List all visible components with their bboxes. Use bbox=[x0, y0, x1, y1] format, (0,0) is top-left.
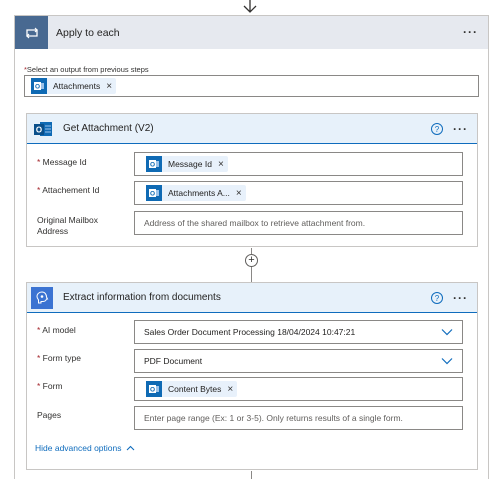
svg-text:O: O bbox=[35, 84, 40, 91]
ai-model-value: Sales Order Document Processing 18/04/20… bbox=[144, 327, 356, 337]
attachment-id-label: * Attachement Id bbox=[37, 185, 100, 195]
message-id-field[interactable]: O Message Id × bbox=[134, 152, 463, 176]
outlook-icon: O bbox=[146, 156, 162, 172]
close-icon[interactable]: × bbox=[236, 188, 242, 199]
help-icon[interactable]: ? bbox=[431, 123, 443, 135]
message-id-token: O Message Id × bbox=[146, 156, 228, 172]
close-icon[interactable]: × bbox=[106, 81, 112, 92]
mailbox-input[interactable]: Address of the shared mailbox to retriev… bbox=[134, 211, 463, 235]
pages-label: Pages bbox=[37, 410, 62, 420]
help-icon[interactable]: ? bbox=[431, 292, 443, 304]
extract-info-header[interactable]: Extract information from documents ? ··· bbox=[27, 283, 477, 313]
mailbox-placeholder: Address of the shared mailbox to retriev… bbox=[144, 218, 366, 228]
close-icon[interactable]: × bbox=[218, 159, 224, 170]
token-label: Message Id bbox=[168, 159, 212, 169]
mailbox-label: Original Mailbox Address bbox=[37, 215, 98, 237]
chevron-up-icon bbox=[127, 445, 135, 451]
token-label: Content Bytes bbox=[168, 384, 222, 394]
form-type-select[interactable]: PDF Document bbox=[134, 349, 463, 373]
apply-to-each-header[interactable]: Apply to each bbox=[15, 16, 488, 49]
arrow-down-icon bbox=[243, 0, 257, 13]
svg-text:O: O bbox=[150, 387, 155, 394]
plus-icon[interactable]: + bbox=[245, 254, 258, 267]
select-output-field[interactable]: O Attachments × bbox=[24, 75, 479, 97]
pages-placeholder: Enter page range (Ex: 1 or 3-5). Only re… bbox=[144, 413, 403, 423]
more-options-icon[interactable]: ··· bbox=[453, 291, 468, 305]
select-output-label: *Select an output from previous steps bbox=[24, 65, 149, 74]
token-label: Attachments bbox=[53, 81, 101, 91]
advanced-link-label: Hide advanced options bbox=[35, 443, 122, 453]
form-field[interactable]: O Content Bytes × bbox=[134, 377, 463, 401]
outlook-icon: O bbox=[146, 381, 162, 397]
outlook-icon: O bbox=[31, 78, 47, 94]
svg-text:O: O bbox=[150, 162, 155, 169]
card-title: Get Attachment (V2) bbox=[63, 123, 154, 134]
svg-text:O: O bbox=[150, 191, 155, 198]
more-options-icon[interactable]: ··· bbox=[453, 122, 468, 136]
attachments-token: O Attachments A... × bbox=[146, 185, 246, 201]
chevron-down-icon bbox=[441, 329, 453, 336]
ai-builder-icon bbox=[31, 286, 53, 309]
attachment-id-field[interactable]: O Attachments A... × bbox=[134, 181, 463, 205]
card-title: Extract information from documents bbox=[63, 292, 221, 303]
token-label: Attachments A... bbox=[168, 188, 230, 198]
hide-advanced-options-link[interactable]: Hide advanced options bbox=[35, 443, 135, 453]
attachments-token: O Attachments × bbox=[31, 78, 117, 94]
ai-model-select[interactable]: Sales Order Document Processing 18/04/20… bbox=[134, 320, 463, 344]
mailbox-label-line2: Address bbox=[37, 226, 69, 236]
message-id-label: * Message Id bbox=[37, 157, 87, 167]
content-bytes-token: O Content Bytes × bbox=[146, 381, 238, 397]
apply-to-each-title: Apply to each bbox=[56, 26, 120, 39]
get-attachment-header[interactable]: O Get Attachment (V2) ? ··· bbox=[27, 114, 477, 144]
apply-to-each-container: Apply to each ··· *Select an output from… bbox=[14, 15, 489, 479]
get-attachment-card: O Get Attachment (V2) ? ··· * Message Id… bbox=[26, 113, 478, 247]
form-type-label: * Form type bbox=[37, 353, 81, 363]
pages-input[interactable]: Enter page range (Ex: 1 or 3-5). Only re… bbox=[134, 406, 463, 430]
ai-model-label: * AI model bbox=[37, 325, 76, 335]
outlook-icon: O bbox=[33, 119, 53, 139]
extract-info-card: Extract information from documents ? ···… bbox=[26, 282, 478, 470]
mailbox-label-line1: Original Mailbox bbox=[37, 215, 98, 225]
more-options-icon[interactable]: ··· bbox=[463, 25, 478, 39]
outlook-icon: O bbox=[146, 185, 162, 201]
form-label: * Form bbox=[37, 381, 63, 391]
loop-icon bbox=[15, 16, 48, 49]
form-type-value: PDF Document bbox=[144, 356, 203, 366]
svg-text:O: O bbox=[36, 125, 42, 134]
chevron-down-icon bbox=[441, 358, 453, 365]
close-icon[interactable]: × bbox=[227, 384, 233, 395]
connector-line bbox=[251, 471, 252, 479]
